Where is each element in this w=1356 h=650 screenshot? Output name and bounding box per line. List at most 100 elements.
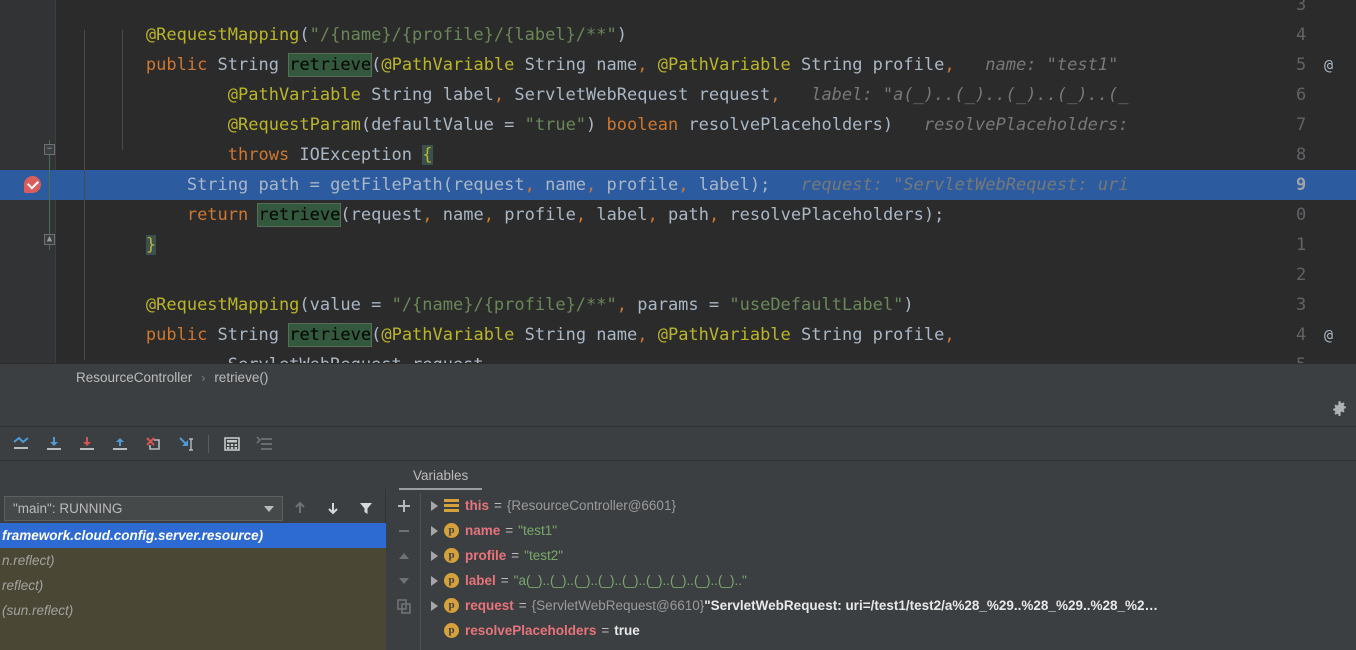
- code-line[interactable]: public String retrieve(@PathVariable Str…: [56, 50, 1356, 80]
- variable-value: "test2": [524, 543, 563, 568]
- remove-watch-button[interactable]: [387, 518, 421, 543]
- code-editor[interactable]: − ▲ 345@678901234@5 @RequestMapping("/{n…: [0, 0, 1356, 363]
- step-into-icon[interactable]: [70, 429, 103, 459]
- code-line[interactable]: [56, 260, 1356, 290]
- expand-triangle-icon[interactable]: [426, 551, 442, 561]
- intellij-debugger-window: − ▲ 345@678901234@5 @RequestMapping("/{n…: [0, 0, 1356, 650]
- step-out-icon[interactable]: [103, 429, 136, 459]
- breadcrumb-method[interactable]: retrieve(): [214, 370, 268, 385]
- variables-panel: Variables: [387, 461, 1356, 650]
- code-token: ServletWebRequest request: [228, 355, 484, 363]
- code-line[interactable]: ServletWebRequest request,: [56, 350, 1356, 363]
- add-watch-button[interactable]: [387, 493, 421, 518]
- code-token: ,: [484, 205, 504, 225]
- code-token: retrieve: [289, 54, 371, 76]
- variables-list[interactable]: this={ResourceController@6601}pname="tes…: [422, 493, 1356, 650]
- code-token: ,: [648, 205, 668, 225]
- code-line[interactable]: @PathVariable String label, ServletWebRe…: [56, 80, 1356, 110]
- code-token: ,: [525, 175, 545, 195]
- code-token: ,: [494, 85, 514, 105]
- code-token: "useDefaultLabel": [729, 295, 903, 315]
- stack-frame-row[interactable]: n.reflect): [0, 548, 386, 573]
- code-lines[interactable]: @RequestMapping("/{name}/{profile}/{labe…: [56, 0, 1356, 363]
- stack-frame-row[interactable]: framework.cloud.config.server.resource): [0, 523, 386, 548]
- stack-frame-row[interactable]: (sun.reflect): [0, 598, 386, 623]
- expand-triangle-icon[interactable]: [426, 576, 442, 586]
- breadcrumb-class[interactable]: ResourceController: [76, 370, 192, 385]
- copy-value-button[interactable]: [387, 593, 421, 618]
- code-token: String name: [525, 325, 638, 345]
- thread-label: "main": RUNNING: [13, 501, 122, 516]
- frames-up-button[interactable]: [283, 496, 316, 521]
- code-token: "/{name}/{profile}/{label}/**": [310, 25, 617, 45]
- force-step-into-icon[interactable]: [136, 429, 169, 459]
- code-token: =: [504, 115, 524, 135]
- code-line[interactable]: return retrieve(request, name, profile, …: [56, 200, 1356, 230]
- stack-frame-row[interactable]: reflect): [0, 573, 386, 598]
- variable-row[interactable]: plabel="a(_)..(_)..(_)..(_)..(_)..(_)..(…: [422, 568, 1356, 593]
- code-line[interactable]: @RequestMapping("/{name}/{profile}/{labe…: [56, 20, 1356, 50]
- tab-variables[interactable]: Variables: [399, 464, 482, 490]
- code-token: ,: [484, 355, 494, 363]
- code-token: path: [668, 205, 709, 225]
- code-token: ,: [576, 205, 596, 225]
- code-line[interactable]: [56, 0, 1356, 20]
- code-token: ,: [637, 325, 657, 345]
- gear-icon[interactable]: [1330, 400, 1348, 418]
- code-token: String label: [371, 85, 494, 105]
- breakpoint-marker[interactable]: [24, 176, 41, 193]
- code-token: @PathVariable: [228, 85, 371, 105]
- variable-row[interactable]: this={ResourceController@6601}: [422, 493, 1356, 518]
- move-watch-up-button[interactable]: [387, 543, 421, 568]
- breadcrumb[interactable]: ResourceController › retrieve(): [0, 363, 1356, 391]
- step-over-icon[interactable]: [37, 429, 70, 459]
- debugger-stepping-toolbar[interactable]: [0, 427, 1356, 461]
- code-line-current[interactable]: String path = getFilePath(request, name,…: [56, 170, 1356, 200]
- variable-row[interactable]: prequest={ServletWebRequest@6610} "Servl…: [422, 593, 1356, 618]
- code-line[interactable]: throws IOException {: [56, 140, 1356, 170]
- equals-sign: =: [494, 493, 502, 518]
- code-token: label: [596, 205, 647, 225]
- code-token: [64, 115, 228, 135]
- expand-triangle-icon[interactable]: [426, 501, 442, 511]
- call-stack-list[interactable]: framework.cloud.config.server.resource)n…: [0, 523, 386, 650]
- run-to-cursor-icon[interactable]: [169, 429, 202, 459]
- variable-name: resolvePlaceholders: [465, 618, 596, 643]
- code-token: (: [299, 295, 309, 315]
- equals-sign: =: [519, 593, 527, 618]
- code-line[interactable]: @RequestMapping(value = "/{name}/{profil…: [56, 290, 1356, 320]
- code-token: @RequestParam: [228, 115, 361, 135]
- code-line[interactable]: }: [56, 230, 1356, 260]
- code-token: [64, 205, 187, 225]
- mute-breakpoints-icon[interactable]: [248, 429, 281, 459]
- variable-row[interactable]: pname="test1": [422, 518, 1356, 543]
- expand-triangle-icon[interactable]: [426, 526, 442, 536]
- move-watch-down-button[interactable]: [387, 568, 421, 593]
- code-token: label);: [699, 175, 771, 195]
- expand-triangle-icon[interactable]: [426, 601, 442, 611]
- frames-filter-button[interactable]: [349, 496, 382, 521]
- code-line[interactable]: public String retrieve(@PathVariable Str…: [56, 320, 1356, 350]
- code-token: {: [422, 145, 432, 165]
- show-execution-point-icon[interactable]: [4, 429, 37, 459]
- code-token: String name: [525, 55, 638, 75]
- code-token: name: "test1": [955, 55, 1119, 75]
- variable-value-extra: "ServletWebRequest: uri=/test1/test2/a%2…: [704, 593, 1158, 618]
- fold-end-icon[interactable]: ▲: [44, 234, 55, 245]
- code-line[interactable]: @RequestParam(defaultValue = "true") boo…: [56, 110, 1356, 140]
- equals-sign: =: [511, 543, 519, 568]
- fold-collapse-icon[interactable]: −: [44, 144, 55, 155]
- evaluate-expression-icon[interactable]: [215, 429, 248, 459]
- frames-down-button[interactable]: [316, 496, 349, 521]
- variable-row[interactable]: presolvePlaceholders=true: [422, 618, 1356, 643]
- code-token: value: [310, 295, 371, 315]
- thread-selector[interactable]: "main": RUNNING: [4, 496, 283, 521]
- code-token: resolvePlaceholders);: [729, 205, 944, 225]
- code-token: [64, 145, 228, 165]
- code-token: name: [443, 205, 484, 225]
- code-token: [64, 325, 146, 345]
- equals-sign: =: [601, 618, 609, 643]
- variable-row[interactable]: pprofile="test2": [422, 543, 1356, 568]
- variables-side-toolbar[interactable]: [387, 493, 421, 650]
- code-token: @PathVariable: [381, 55, 524, 75]
